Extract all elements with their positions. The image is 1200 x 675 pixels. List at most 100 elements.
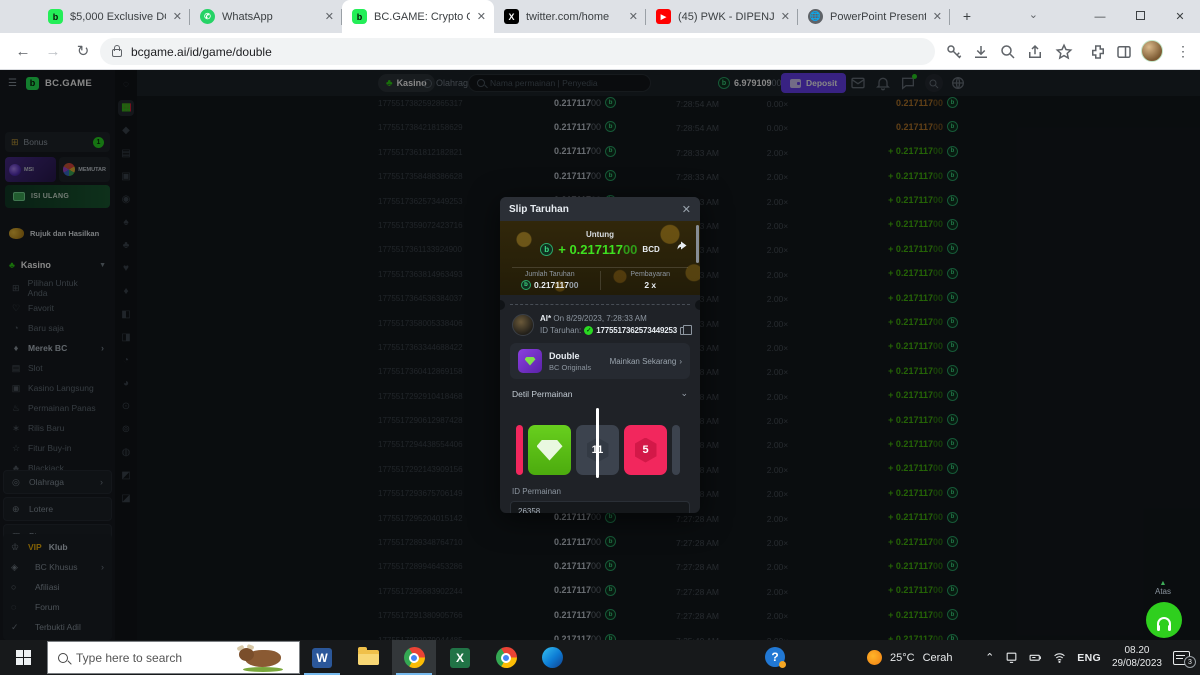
chrome-icon: [404, 647, 425, 668]
taskbar-chrome-2[interactable]: [484, 640, 528, 675]
menu-kebab-icon[interactable]: ⋮: [1174, 43, 1192, 61]
profile-avatar[interactable]: [1141, 40, 1163, 62]
forward-button[interactable]: →: [42, 41, 64, 63]
browser-tab[interactable]: ▶ (45) PWK - DIPENJARA ✕: [646, 0, 798, 33]
bookmark-star-icon[interactable]: [1055, 43, 1073, 61]
tray-expand-chevron[interactable]: ⌃: [985, 651, 994, 664]
taskbar-edge[interactable]: [530, 640, 574, 675]
tab-close-icon[interactable]: ✕: [477, 10, 486, 23]
language-indicator[interactable]: ENG: [1077, 652, 1101, 664]
back-button[interactable]: ←: [12, 41, 34, 63]
modal-scrollbar[interactable]: [696, 225, 699, 263]
game-id-field[interactable]: [510, 501, 690, 513]
extensions-puzzle-icon[interactable]: [1089, 43, 1107, 61]
taskbar-word[interactable]: W: [300, 640, 344, 675]
hero-divider: [512, 267, 688, 268]
close-icon[interactable]: ✕: [682, 203, 691, 216]
browser-tab[interactable]: 🌐 PowerPoint Presentati ✕: [798, 0, 950, 33]
close-window-button[interactable]: ✕: [1160, 10, 1200, 23]
chrome-icon: [496, 647, 517, 668]
address-bar[interactable]: bcgame.ai/id/game/double: [100, 38, 935, 65]
start-button[interactable]: [0, 640, 47, 675]
payout-label: Pembayaran: [601, 271, 701, 278]
tab-favicon: 🌐: [808, 9, 823, 24]
tab-close-icon[interactable]: ✕: [325, 10, 334, 23]
tab-title: WhatsApp: [222, 11, 318, 23]
battery-icon[interactable]: [1029, 651, 1042, 664]
windows-taskbar: W X ? 25°C Cerah ⌃: [0, 640, 1200, 675]
lock-icon: [112, 49, 122, 57]
tab-favicon: b: [48, 9, 63, 24]
tab-title: PowerPoint Presentati: [830, 11, 926, 23]
browser-tab[interactable]: b BC.GAME: Crypto Casi ✕: [342, 0, 494, 33]
tab-close-icon[interactable]: ✕: [781, 10, 790, 23]
side-panel-icon[interactable]: [1115, 43, 1133, 61]
minimize-button[interactable]: —: [1080, 11, 1120, 23]
copy-icon[interactable]: [680, 327, 687, 335]
play-now-link[interactable]: Mainkan Sekarang ›: [610, 357, 682, 366]
payout-block: Pembayaran 2 x: [600, 271, 701, 290]
play-now-label: Mainkan Sekarang: [610, 357, 677, 366]
taskbar-search-input[interactable]: [76, 651, 206, 665]
display-icon[interactable]: [1005, 651, 1018, 664]
maximize-button[interactable]: [1120, 11, 1160, 23]
game-details-label: Detil Permainan: [512, 389, 572, 399]
tab-close-icon[interactable]: ✕: [173, 10, 182, 23]
bet-id-label: ID Taruhan:: [540, 326, 581, 335]
tab-title: BC.GAME: Crypto Casi: [374, 11, 470, 23]
share-icon[interactable]: [1026, 43, 1044, 61]
taskbar-chrome-active[interactable]: [392, 640, 436, 675]
result-tile: [516, 425, 523, 475]
screen: b $5,000 Exclusive DOU ✕ ✆ WhatsApp ✕ b …: [0, 0, 1200, 675]
refresh-button[interactable]: ↻: [72, 41, 94, 63]
tab-close-icon[interactable]: ✕: [629, 10, 638, 23]
result-tile: [672, 425, 680, 475]
browser-tab[interactable]: b $5,000 Exclusive DOU ✕: [38, 0, 190, 33]
avatar: [512, 314, 534, 336]
tab-list: b $5,000 Exclusive DOU ✕ ✆ WhatsApp ✕ b …: [38, 0, 950, 33]
double-result-strip: 11 5: [500, 417, 700, 483]
bcd-coin-icon: b: [540, 243, 553, 256]
tile-value: 5: [642, 444, 648, 456]
result-tile: 5: [624, 425, 667, 475]
notification-center-icon[interactable]: 3: [1173, 651, 1190, 665]
browser-tab[interactable]: X twitter.com/home ✕: [494, 0, 646, 33]
game-details-toggle[interactable]: Detil Permainan ⌄: [512, 388, 688, 399]
profit-hero: Untung b + 0.21711700 BCD Jumlah Taruhan…: [500, 221, 700, 295]
currency-label: BCD: [642, 245, 659, 254]
window-controls: — ✕: [1080, 0, 1200, 33]
search-highlight-ox-image[interactable]: [237, 644, 289, 672]
weather-widget[interactable]: 25°C Cerah: [867, 640, 953, 675]
game-id-label: ID Permainan: [512, 487, 688, 496]
browser-toolbar: ← → ↻ bcgame.ai/id/game/double ⋮: [0, 33, 1200, 70]
download-icon[interactable]: [972, 43, 990, 61]
search-icon: [58, 653, 68, 663]
taskbar-excel[interactable]: X: [438, 640, 482, 675]
tab-title: twitter.com/home: [526, 11, 622, 23]
new-tab-button[interactable]: +: [954, 3, 980, 29]
tab-title: $5,000 Exclusive DOU: [70, 11, 166, 23]
payout-value: 2 x: [644, 280, 656, 290]
chevron-up-icon: ▲: [1155, 580, 1171, 587]
support-button[interactable]: [1146, 602, 1182, 638]
back-to-top[interactable]: ▲ Atas: [1155, 580, 1171, 596]
taskbar-clock[interactable]: 08.20 29/08/2023: [1112, 645, 1162, 670]
browser-tab[interactable]: ✆ WhatsApp ✕: [190, 0, 342, 33]
chevron-down-icon: ⌄: [680, 388, 688, 399]
tab-close-icon[interactable]: ✕: [933, 10, 942, 23]
taskbar-search-box[interactable]: [47, 641, 300, 674]
tab-search-icon[interactable]: ⌄: [1029, 8, 1038, 21]
taskbar-file-explorer[interactable]: [346, 640, 390, 675]
game-id-input[interactable]: [518, 507, 682, 514]
back-to-top-label: Atas: [1155, 587, 1171, 596]
game-card[interactable]: Double BC Originals Mainkan Sekarang ›: [510, 343, 690, 379]
help-app-icon[interactable]: ?: [765, 647, 785, 667]
share-flag-icon[interactable]: [676, 239, 688, 251]
word-icon: W: [312, 648, 332, 668]
zoom-icon[interactable]: [999, 43, 1017, 61]
tab-favicon: X: [504, 9, 519, 24]
clock-date: 29/08/2023: [1112, 658, 1162, 671]
wifi-icon[interactable]: [1053, 651, 1066, 664]
system-tray: ⌃ ENG 08.20 29/08/2023 3: [985, 640, 1200, 675]
password-key-icon[interactable]: [945, 43, 963, 61]
